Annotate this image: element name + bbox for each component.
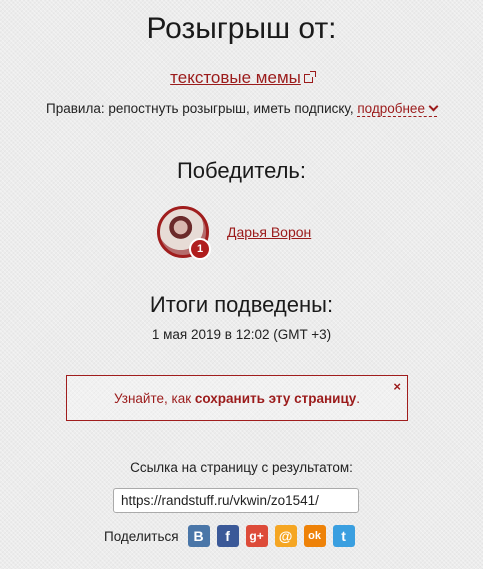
rules-line: Правила: репостнуть розыгрыш, иметь подп… (0, 101, 483, 117)
google-plus-icon: g+ (249, 529, 264, 543)
result-link-label: Ссылка на страницу с результатом: (130, 460, 353, 475)
results-date: 1 мая 2019 в 12:02 (GMT +3) (151, 327, 332, 342)
chevron-down-icon[interactable] (428, 101, 439, 112)
rules-text: Правила: репостнуть розыгрыш, иметь подп… (46, 101, 358, 116)
external-link-icon (303, 71, 316, 83)
save-page-notice: Узнайте, как сохранить эту страницу. × (66, 375, 408, 421)
vk-share-button[interactable]: B (187, 525, 210, 547)
share-label: Поделиться (104, 528, 179, 544)
rules-more-label[interactable]: подробнее (357, 101, 425, 116)
results-heading: Итоги подведены: (149, 292, 334, 317)
mail-share-button[interactable]: @ (274, 525, 297, 547)
twitter-share-button[interactable]: t (332, 525, 355, 547)
odnoklassniki-icon: ok (308, 530, 321, 542)
winner-name-link[interactable]: Дарья Ворон (227, 224, 311, 240)
organizer-link[interactable]: текстовые мемы (170, 68, 301, 87)
facebook-share-button[interactable]: f (216, 525, 239, 547)
google-plus-share-button[interactable]: g+ (245, 525, 268, 547)
save-page-link[interactable]: сохранить эту страницу (195, 391, 356, 406)
notice-text-after: . (356, 391, 361, 406)
vk-icon: B (193, 528, 204, 544)
odnoklassniki-share-button[interactable]: ok (303, 525, 326, 547)
twitter-icon: t (341, 528, 346, 544)
share-bar: Поделиться B f g+ @ ok t (104, 524, 362, 548)
winner-place-badge: 1 (189, 238, 211, 260)
rules-more-toggle[interactable]: подробнее (357, 101, 439, 117)
notice-text-before: Узнайте, как (113, 391, 195, 406)
mail-icon: @ (278, 528, 293, 544)
notice-text: Узнайте, как сохранить эту страницу. (67, 391, 407, 406)
page-title: Розыгрыш от: (146, 12, 337, 45)
winner-heading: Победитель: (176, 158, 307, 183)
winner-avatar-wrap[interactable]: 1 (157, 206, 211, 260)
facebook-icon: f (225, 528, 230, 544)
organizer-line: текстовые мемы (0, 68, 483, 88)
result-url-field[interactable] (113, 488, 359, 513)
close-icon[interactable]: × (393, 379, 401, 394)
